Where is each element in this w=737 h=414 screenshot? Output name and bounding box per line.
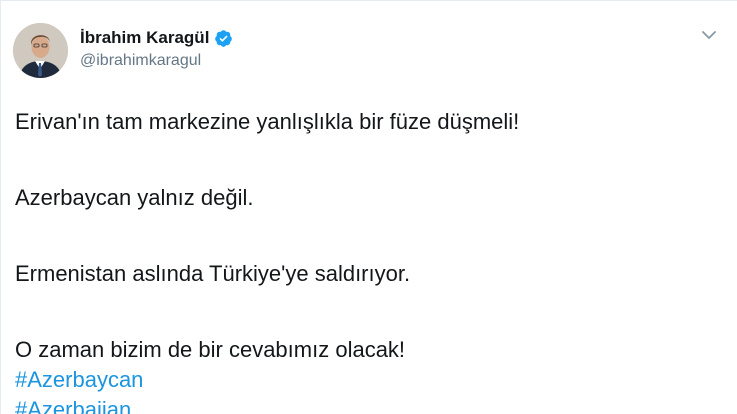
tweet-paragraph: Azerbaycan yalnız değil. xyxy=(15,185,254,210)
chevron-down-icon[interactable] xyxy=(699,25,719,45)
author-block: İbrahim Karagül @ibrahimkaragul xyxy=(80,27,233,70)
tweet-header: İbrahim Karagül @ibrahimkaragul xyxy=(13,23,233,78)
name-row: İbrahim Karagül xyxy=(80,27,233,49)
tweet-paragraph: O zaman bizim de bir cevabımız olacak! xyxy=(15,337,406,362)
tweet-paragraph: Erivan'ın tam markezine yanlışlıkla bir … xyxy=(15,109,520,134)
avatar[interactable] xyxy=(13,23,68,78)
tweet-text: Erivan'ın tam markezine yanlışlıkla bir … xyxy=(15,107,723,414)
verified-badge-icon xyxy=(215,29,233,47)
author-name[interactable]: İbrahim Karagül xyxy=(80,28,209,48)
hashtag-link[interactable]: #Azerbaycan xyxy=(15,365,723,395)
tweet-card: İbrahim Karagül @ibrahimkaragul Erivan'ı… xyxy=(0,0,737,414)
tweet-paragraph: Ermenistan aslında Türkiye'ye saldırıyor… xyxy=(15,261,411,286)
author-handle[interactable]: @ibrahimkaragul xyxy=(80,52,233,70)
hashtag-link[interactable]: #Azerbaijan xyxy=(15,395,723,414)
